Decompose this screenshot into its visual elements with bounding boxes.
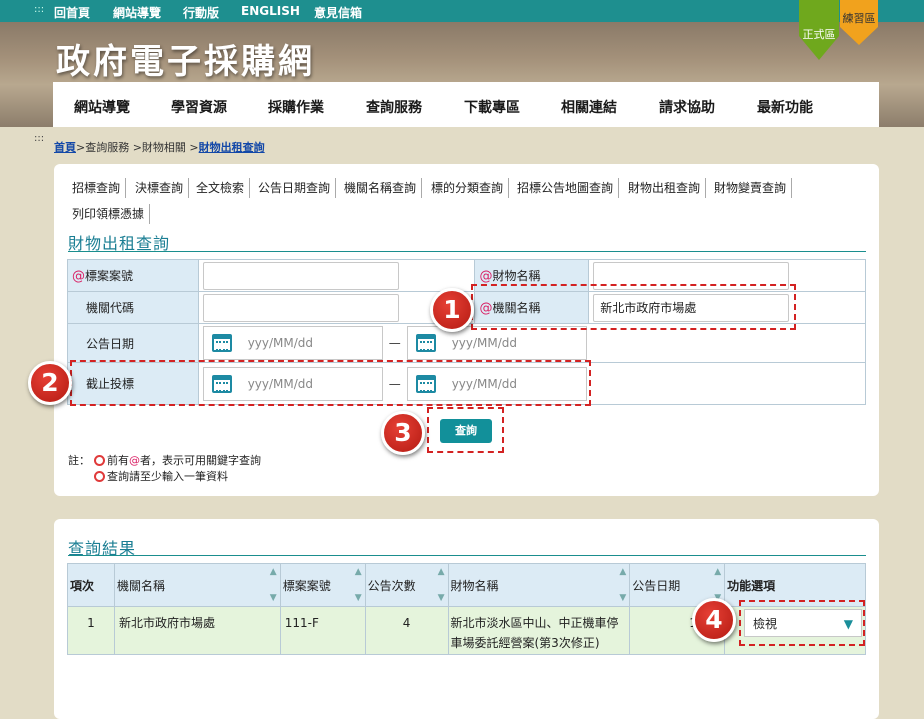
note-line-1-a: 前有 bbox=[107, 454, 129, 467]
step-badge-3: 3 bbox=[381, 411, 425, 455]
tab-tender[interactable]: 招標查詢 bbox=[72, 178, 127, 198]
sort-up-icon[interactable]: ▲ bbox=[355, 568, 362, 577]
cell-item: 新北市淡水區中山、中正機車停車場委託經營案(第3次修正) bbox=[447, 606, 631, 655]
sort-up-icon[interactable]: ▲ bbox=[438, 568, 445, 577]
form-title-line bbox=[68, 251, 866, 252]
highlight-org-name bbox=[471, 284, 796, 330]
step-badge-1: 1 bbox=[430, 288, 474, 332]
note-line-1: 前有@者，表示可用關鍵字查詢 bbox=[94, 452, 261, 468]
results-title-line bbox=[68, 555, 866, 556]
pub-date-start[interactable]: yyy/MM/dd bbox=[202, 326, 383, 360]
nav-links[interactable]: 相關連結 bbox=[561, 97, 617, 117]
pub-date-start-placeholder: yyy/MM/dd bbox=[247, 336, 314, 350]
breadcrumb-dots: ::: bbox=[34, 133, 45, 144]
header-org[interactable]: 機關名稱 ▲ ▼ bbox=[113, 563, 281, 607]
link-english[interactable]: ENGLISH bbox=[241, 4, 300, 18]
tab-pubdate[interactable]: 公告日期查詢 bbox=[258, 178, 337, 198]
header-case-no-text: 標案案號 bbox=[282, 578, 331, 593]
link-home[interactable]: 回首頁 bbox=[54, 4, 90, 21]
sort-up-icon[interactable]: ▲ bbox=[270, 568, 277, 577]
link-feedback[interactable]: 意見信箱 bbox=[314, 4, 362, 21]
cell-case-no: 111-F bbox=[279, 606, 366, 655]
header-count-text: 公告次數 bbox=[367, 578, 416, 593]
note-line-2: 查詢請至少輸入一筆資料 bbox=[94, 468, 228, 484]
site-title: 政府電子採購網 bbox=[56, 42, 315, 82]
sort-up-icon[interactable]: ▲ bbox=[619, 568, 626, 577]
tab-map[interactable]: 招標公告地圖查詢 bbox=[517, 178, 620, 198]
header-case-no[interactable]: 標案案號 ▲ ▼ bbox=[279, 563, 366, 607]
nav-download[interactable]: 下載專區 bbox=[464, 97, 520, 117]
note-line-2-text: 查詢請至少輸入一筆資料 bbox=[107, 470, 228, 483]
item-name-label-text: 財物名稱 bbox=[492, 269, 541, 283]
nav-help[interactable]: 請求協助 bbox=[659, 97, 715, 117]
nav-sitemap[interactable]: 網站導覽 bbox=[74, 97, 130, 117]
date-separator: — bbox=[388, 336, 401, 350]
header-index: 項次 bbox=[67, 563, 115, 607]
highlight-search bbox=[427, 407, 504, 453]
case-no-label-text: 標案案號 bbox=[85, 269, 134, 283]
step-badge-4: 4 bbox=[692, 598, 736, 642]
breadcrumb-mid: >查詢服務 >財物相關 > bbox=[76, 141, 199, 154]
at-mark: @ bbox=[72, 269, 85, 284]
header-item[interactable]: 財物名稱 ▲ ▼ bbox=[447, 563, 631, 607]
sort-up-icon[interactable]: ▲ bbox=[714, 568, 721, 577]
step-badge-2: 2 bbox=[28, 361, 72, 405]
cell-org: 新北市政府市場處 bbox=[113, 606, 281, 655]
tab-print[interactable]: 列印領標憑據 bbox=[72, 204, 151, 224]
nav-procurement[interactable]: 採購作業 bbox=[268, 97, 324, 117]
circle-icon bbox=[94, 455, 105, 466]
pub-date-end[interactable]: yyy/MM/dd bbox=[406, 326, 587, 360]
top-bar: ::: 回首頁 網站導覽 行動版 ENGLISH 意見信箱 bbox=[0, 0, 924, 22]
cell-index: 1 bbox=[67, 606, 115, 655]
calendar-icon[interactable] bbox=[211, 334, 232, 352]
tab-rental[interactable]: 財物出租查詢 bbox=[628, 178, 707, 198]
highlight-deadline bbox=[70, 360, 591, 406]
calendar-icon[interactable] bbox=[415, 334, 436, 352]
sort-down-icon[interactable]: ▼ bbox=[619, 593, 626, 603]
at-mark: @ bbox=[479, 269, 493, 284]
cell-count: 4 bbox=[364, 606, 449, 655]
nav-learning[interactable]: 學習資源 bbox=[171, 97, 227, 117]
sort-down-icon[interactable]: ▼ bbox=[355, 593, 362, 603]
tab-sale[interactable]: 財物變賣查詢 bbox=[714, 178, 793, 198]
nav-new[interactable]: 最新功能 bbox=[757, 97, 813, 117]
topbar-dots: ::: bbox=[34, 4, 45, 15]
case-no-label: @標案案號 bbox=[67, 259, 199, 292]
header-item-text: 財物名稱 bbox=[450, 578, 499, 593]
circle-icon bbox=[94, 471, 105, 482]
note-prefix: 註： bbox=[68, 454, 90, 467]
tab-award[interactable]: 決標查詢 bbox=[135, 178, 190, 198]
case-no-input[interactable] bbox=[202, 261, 399, 290]
breadcrumb-current: 財物出租查詢 bbox=[198, 141, 265, 154]
header-date-text: 公告日期 bbox=[632, 578, 681, 593]
breadcrumb: 首頁>查詢服務 >財物相關 >財物出租查詢 bbox=[54, 139, 265, 155]
sort-down-icon[interactable]: ▼ bbox=[438, 593, 445, 603]
note-line-1-b: 者，表示可用關鍵字查詢 bbox=[140, 454, 261, 467]
highlight-action bbox=[739, 600, 865, 646]
org-code-input[interactable] bbox=[202, 293, 399, 322]
main-nav: 網站導覽 學習資源 採購作業 查詢服務 下載專區 相關連結 請求協助 最新功能 bbox=[53, 82, 879, 127]
breadcrumb-home[interactable]: 首頁 bbox=[54, 141, 76, 154]
link-mobile[interactable]: 行動版 bbox=[183, 4, 219, 21]
sort-down-icon[interactable]: ▼ bbox=[270, 593, 277, 603]
org-code-label: 機關代碼 bbox=[67, 291, 199, 324]
header-org-text: 機關名稱 bbox=[116, 578, 165, 593]
pub-date-end-placeholder: yyy/MM/dd bbox=[451, 336, 518, 350]
tab-category[interactable]: 標的分類查詢 bbox=[431, 178, 510, 198]
pub-date-label: 公告日期 bbox=[67, 323, 199, 363]
header-count[interactable]: 公告次數 ▲ ▼ bbox=[364, 563, 449, 607]
tab-orgname[interactable]: 機關名稱查詢 bbox=[344, 178, 423, 198]
note-at: @ bbox=[129, 454, 140, 467]
link-sitemap[interactable]: 網站導覽 bbox=[113, 4, 161, 21]
nav-query[interactable]: 查詢服務 bbox=[366, 97, 422, 117]
tab-fulltext[interactable]: 全文檢索 bbox=[196, 178, 251, 198]
